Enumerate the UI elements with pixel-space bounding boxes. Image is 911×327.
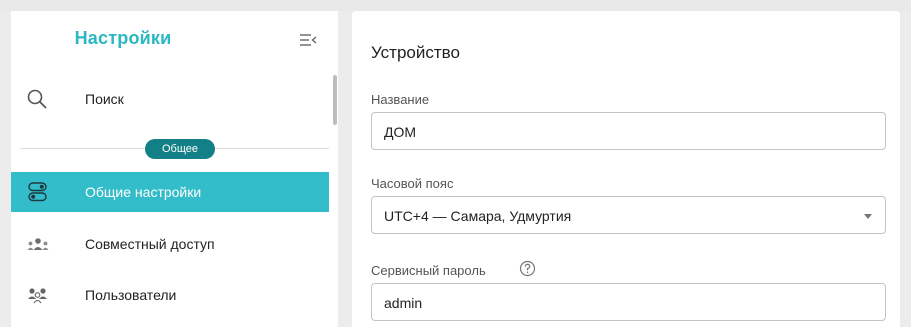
help-icon[interactable]: [519, 260, 536, 277]
timezone-field-label: Часовой пояс: [371, 176, 454, 191]
sidebar-item-label: Общие настройки: [85, 184, 202, 200]
sidebar-scrollbar[interactable]: [333, 75, 337, 125]
shared-access-icon: [25, 232, 51, 256]
sidebar-item-general-settings[interactable]: Общие настройки: [11, 172, 329, 212]
service-password-input[interactable]: admin: [371, 283, 886, 321]
dropdown-arrow-icon: [864, 214, 872, 219]
users-icon: [25, 283, 51, 307]
panel-title: Устройство: [371, 43, 460, 62]
sidebar-item-search[interactable]: Поиск: [11, 79, 329, 119]
timezone-selected-value: UTC+4 — Самара, Удмуртия: [384, 208, 572, 224]
sidebar-item-label: Поиск: [85, 91, 124, 107]
name-input[interactable]: ДОМ: [371, 112, 886, 150]
settings-toggles-icon: [25, 180, 51, 204]
settings-sidebar: Настройки Поиск Общее Общие настройки Со…: [11, 11, 338, 327]
sidebar-item-label: Совместный доступ: [85, 236, 215, 252]
timezone-select[interactable]: UTC+4 — Самара, Удмуртия: [371, 196, 886, 234]
collapse-menu-icon[interactable]: [298, 32, 318, 48]
device-settings-panel: Устройство Название ДОМ Часовой пояс UTC…: [352, 11, 900, 327]
top-band: [0, 0, 911, 11]
name-field-label: Название: [371, 92, 430, 107]
section-badge: Общее: [145, 139, 215, 159]
sidebar-item-users[interactable]: Пользователи: [11, 275, 329, 315]
sidebar-item-label: Пользователи: [85, 287, 177, 303]
service-password-label: Сервисный пароль: [371, 263, 486, 278]
section-divider: Общее: [20, 139, 329, 159]
sidebar-item-shared-access[interactable]: Совместный доступ: [11, 224, 329, 264]
search-icon: [25, 87, 51, 111]
sidebar-title: Настройки: [74, 28, 172, 48]
